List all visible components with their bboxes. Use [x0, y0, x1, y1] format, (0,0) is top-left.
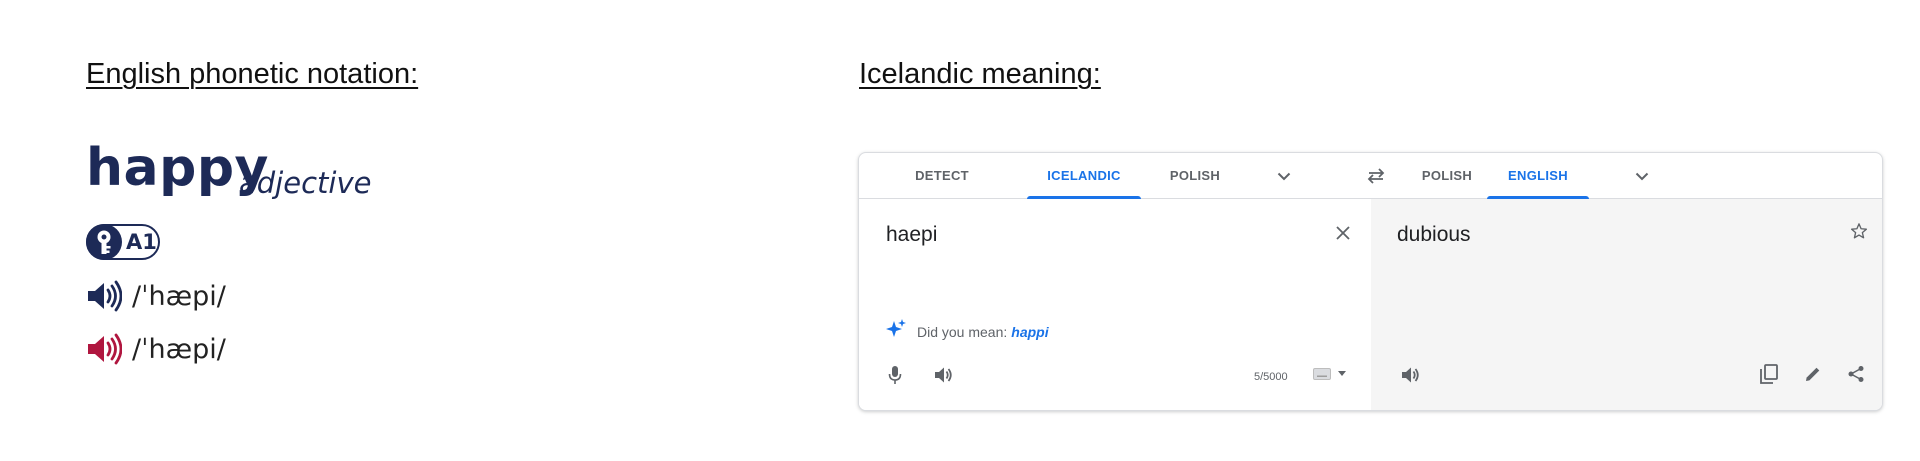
star-icon[interactable]	[1847, 219, 1871, 243]
source-pane: haepi Did you mean: happi 5/5000	[859, 199, 1370, 410]
level-badge: A1	[86, 224, 160, 260]
tab-icelandic[interactable]: ICELANDIC	[1027, 153, 1141, 199]
language-tabs: DETECT LANGUAGE ICELANDIC POLISH POLISH …	[859, 153, 1882, 228]
character-count: 5/5000	[1254, 371, 1288, 383]
level-label: A1	[126, 230, 157, 254]
phonetic-heading: English phonetic notation:	[86, 58, 419, 90]
speaker-icon[interactable]	[86, 278, 126, 314]
did-you-mean-suggestion[interactable]: happi	[1011, 324, 1048, 340]
pronunciation-uk: /ˈhæpi/	[86, 278, 226, 314]
translate-panel: Icelandic meaning: DETECT LANGUAGE ICELA…	[857, 0, 1897, 461]
dictionary-panel: English phonetic notation: happy adjecti…	[86, 0, 766, 461]
ipa-text: /ˈhæpi/	[132, 280, 226, 312]
keyboard-icon[interactable]	[1312, 365, 1332, 383]
part-of-speech: adjective	[239, 166, 372, 200]
speaker-icon[interactable]	[1398, 363, 1424, 387]
microphone-icon[interactable]	[883, 363, 907, 387]
swap-languages-icon[interactable]	[1362, 162, 1390, 190]
caret-down-icon[interactable]	[1336, 367, 1348, 379]
speaker-icon[interactable]	[86, 331, 126, 367]
ipa-text: /ˈhæpi/	[132, 333, 226, 365]
translation-output: dubious	[1397, 223, 1471, 246]
share-icon[interactable]	[1844, 362, 1868, 386]
did-you-mean: Did you mean: happi	[885, 318, 1049, 345]
speaker-icon[interactable]	[931, 363, 957, 387]
meaning-heading: Icelandic meaning:	[859, 58, 1101, 90]
translate-widget: DETECT LANGUAGE ICELANDIC POLISH POLISH …	[858, 152, 1883, 411]
close-icon[interactable]	[1331, 221, 1355, 245]
tab-english[interactable]: ENGLISH	[1487, 153, 1589, 199]
chevron-down-icon[interactable]	[1629, 163, 1655, 189]
chevron-down-icon[interactable]	[1271, 163, 1297, 189]
did-you-mean-label: Did you mean:	[917, 323, 1008, 340]
source-input[interactable]: haepi	[886, 223, 937, 247]
key-icon	[86, 224, 122, 260]
tab-detect-language[interactable]: DETECT LANGUAGE	[881, 153, 1003, 228]
sparkle-icon	[885, 318, 907, 345]
tab-polish-source[interactable]: POLISH	[1165, 153, 1225, 198]
pronunciation-us: /ˈhæpi/	[86, 331, 226, 367]
tab-polish-target[interactable]: POLISH	[1417, 153, 1477, 198]
copy-icon[interactable]	[1757, 362, 1781, 386]
edit-icon[interactable]	[1801, 362, 1825, 386]
target-pane: dubious	[1371, 199, 1882, 410]
